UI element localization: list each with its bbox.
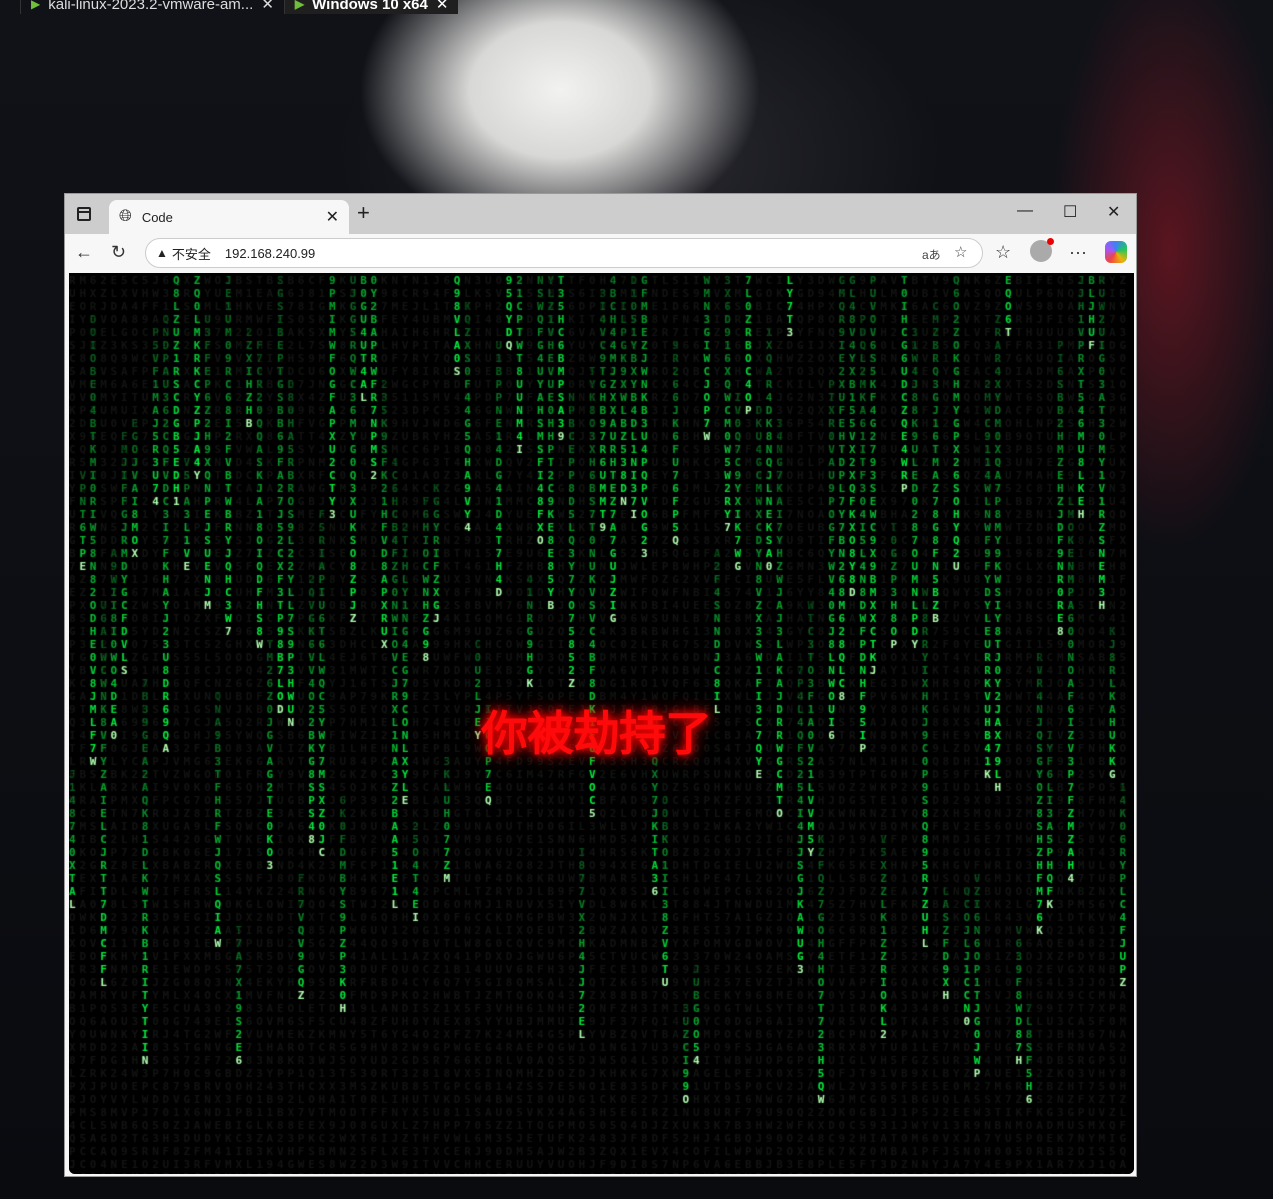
close-window-button[interactable]: ✕: [1107, 202, 1120, 222]
close-tab-icon[interactable]: ✕: [326, 207, 339, 227]
more-icon[interactable]: ···: [1069, 242, 1087, 263]
close-icon[interactable]: ✕: [261, 0, 274, 13]
favorites-icon[interactable]: ☆: [995, 242, 1011, 263]
vm-icon: ▶: [294, 0, 305, 11]
refresh-icon[interactable]: ↻: [111, 242, 126, 263]
vm-icon: ▶: [31, 0, 41, 11]
maximize-button[interactable]: ☐: [1063, 202, 1077, 222]
tab-code[interactable]: 🌐︎ Code ✕: [109, 200, 349, 234]
notification-dot: [1047, 238, 1054, 245]
vm-tab-label: kali-linux-2023.2-vmware-am...: [48, 0, 254, 13]
vm-tab-windows[interactable]: ▶ Windows 10 x64 ✕: [283, 0, 459, 14]
vm-tab-bar: ▶ kali-linux-2023.2-vmware-am... ✕ ▶ Window…: [0, 0, 1273, 20]
address-bar[interactable]: ▲ 不安全 192.168.240.99 aあ ☆: [145, 238, 983, 268]
security-label[interactable]: 不安全: [172, 244, 211, 263]
page-content: 你被劫持了: [69, 273, 1134, 1174]
warning-icon: ▲: [156, 246, 168, 260]
close-icon[interactable]: ✕: [436, 0, 449, 13]
vm-tab-kali[interactable]: ▶ kali-linux-2023.2-vmware-am... ✕: [20, 0, 284, 14]
new-tab-button[interactable]: +: [357, 200, 370, 226]
url-text[interactable]: 192.168.240.99: [225, 246, 315, 261]
tab-title: Code: [141, 209, 173, 225]
tab-bar: 🌐︎ Code ✕ + — ☐ ✕: [65, 194, 1136, 234]
toolbar: ← ↻ ▲ 不安全 192.168.240.99 aあ ☆ ☆ ···: [65, 234, 1136, 272]
hijack-message: 你被劫持了: [481, 707, 712, 762]
minimize-button[interactable]: —: [1017, 202, 1033, 220]
globe-icon: 🌐︎: [119, 208, 132, 225]
profile-avatar[interactable]: [1030, 238, 1054, 262]
tab-actions-icon[interactable]: [77, 207, 91, 221]
copilot-icon[interactable]: [1105, 241, 1127, 263]
back-icon[interactable]: ←: [75, 242, 93, 263]
browser-window: 🌐︎ Code ✕ + — ☐ ✕ ← ↻ ▲ 不安全 192.168.240.…: [64, 193, 1137, 1177]
favorite-star-icon[interactable]: ☆: [954, 243, 967, 261]
vm-tab-label: Windows 10 x64: [312, 0, 428, 13]
read-aloud-icon[interactable]: aあ: [922, 246, 941, 263]
